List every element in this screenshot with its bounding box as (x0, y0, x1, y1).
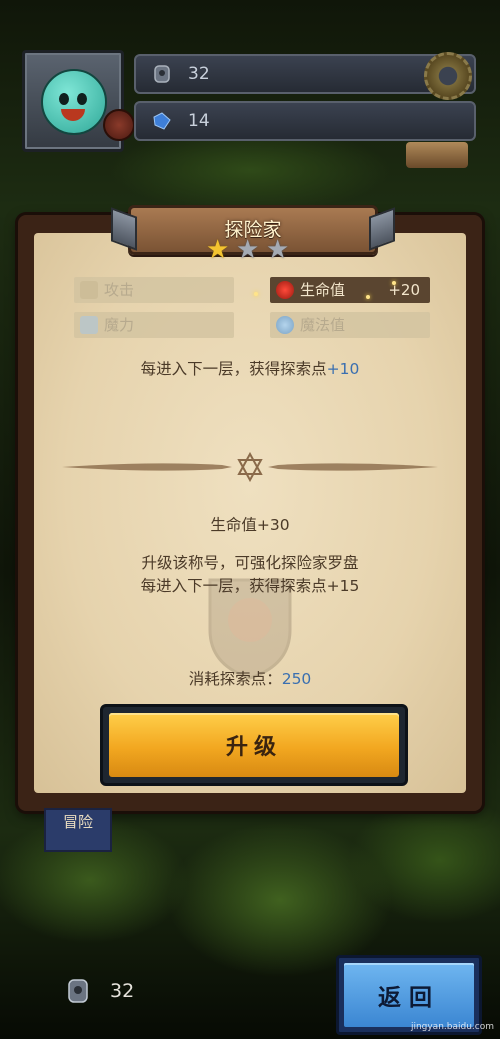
slime-character-icon (41, 69, 107, 135)
blue-gem-icon (153, 112, 171, 130)
next-level-hp: 生命值+30 (210, 516, 290, 534)
current-effect: 每进入下一层，获得探索点+10 (140, 360, 360, 378)
gems-count: 14 (188, 111, 210, 131)
star-empty-icon: ★ (266, 235, 290, 265)
stat-attack: 攻击 (74, 277, 234, 303)
points-count: 32 (110, 980, 135, 1002)
stat-hp: 生命值 +20 (270, 277, 430, 303)
adventure-flag[interactable]: 冒险 (44, 808, 112, 852)
star-filled-icon: ★ (206, 235, 230, 265)
treasure-chest-icon[interactable] (406, 142, 468, 168)
gems-counter: 14 (134, 101, 476, 141)
watermark: jingyan.baidu.com (410, 1022, 494, 1032)
stat-mana: 魔法值 (270, 312, 430, 338)
magic-staff-icon (80, 316, 98, 334)
red-potion-icon (276, 281, 294, 299)
upgrade-button[interactable]: 升级 (100, 704, 408, 786)
rank-stars: ★ ★ ★ (206, 237, 298, 267)
shield-icon (103, 109, 135, 141)
player-avatar[interactable] (22, 50, 135, 152)
blue-potion-icon (276, 316, 294, 334)
upgrade-description-line2: 每进入下一层，获得探索点+15 (140, 577, 360, 595)
key-token-icon (154, 65, 170, 83)
upgrade-description-line1: 升级该称号，可强化探险家罗盘 (141, 554, 359, 572)
ornamental-divider (62, 452, 438, 482)
stat-magic: 魔力 (74, 312, 234, 338)
upgrade-cost: 消耗探索点：250 (188, 670, 312, 688)
keys-count: 32 (188, 64, 210, 84)
star-empty-icon: ★ (236, 235, 260, 265)
settings-gear-icon[interactable] (424, 52, 472, 100)
exploration-point-icon (68, 979, 88, 1003)
sword-icon (80, 281, 98, 299)
